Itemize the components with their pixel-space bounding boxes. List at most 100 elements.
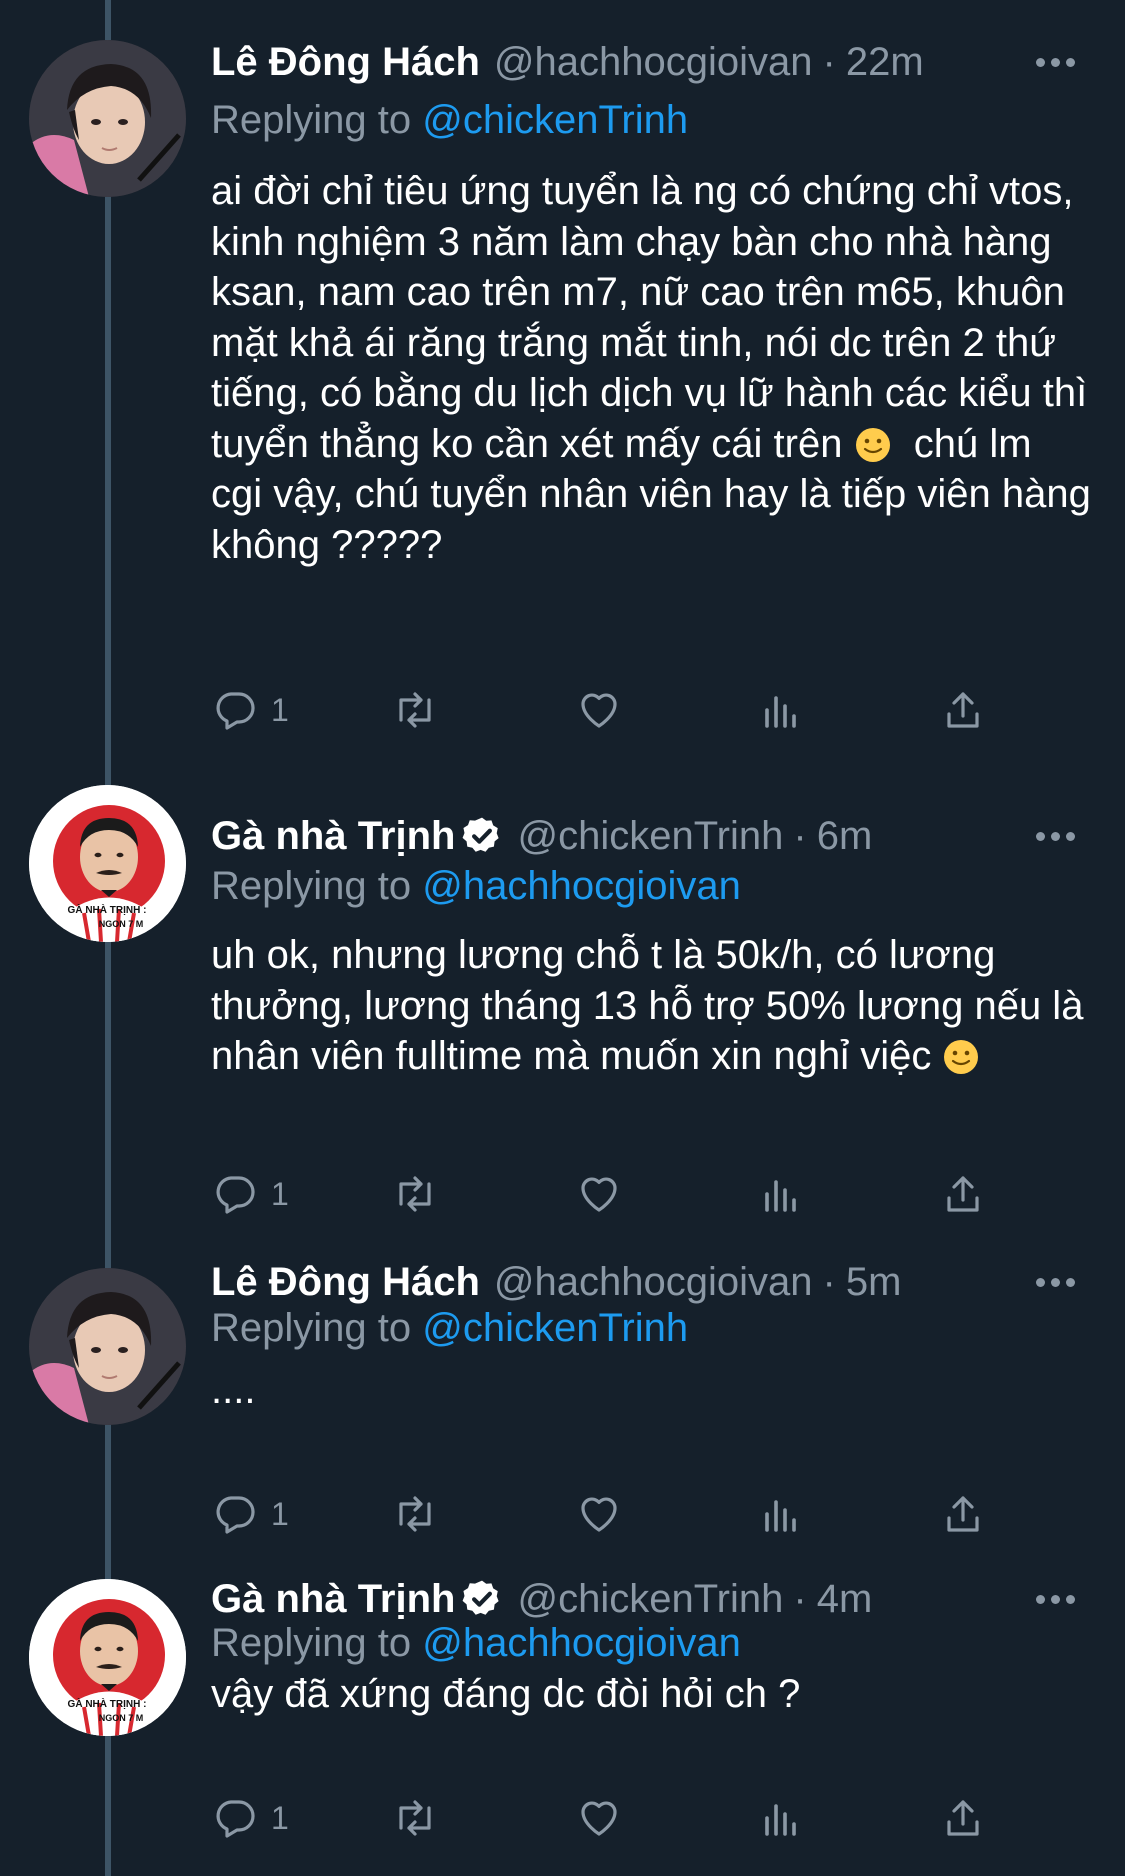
replying-to-label: Replying to: [211, 1621, 423, 1665]
more-icon[interactable]: [1025, 812, 1085, 860]
like-button[interactable]: [575, 682, 623, 738]
separator-dot: ·: [793, 813, 807, 858]
tweet[interactable]: Lê Đông Hách @hachhocgioivan · 5m Replyi…: [0, 1260, 1125, 1760]
like-button[interactable]: [575, 1486, 623, 1542]
tweet-text: uh ok, nhưng lương chỗ t là 50k/h, có lư…: [211, 930, 1091, 1082]
tweet-actions: 1: [211, 1486, 1011, 1542]
avatar-caption: GÀ NHÀ TRỊNH :: [68, 1697, 147, 1710]
replying-to: Replying to @hachhocgioivan: [211, 864, 741, 909]
retweet-icon: [399, 1496, 431, 1532]
tweet[interactable]: GÀ NHÀ TRỊNH : NGON 7 M Gà nhà Trịnh @ch…: [0, 770, 1125, 1460]
avatar[interactable]: GÀ NHÀ TRỊNH : NGON 7 M: [29, 785, 186, 942]
tweet[interactable]: Lê Đông Hách @hachhocgioivan · 22m Reply…: [0, 0, 1125, 785]
timestamp[interactable]: 4m: [817, 1577, 873, 1622]
retweet-button[interactable]: [391, 1486, 439, 1542]
replying-to-label: Replying to: [211, 864, 423, 908]
share-button[interactable]: [939, 1486, 987, 1542]
tweet-header: Gà nhà Trịnh @chickenTrinh · 6m: [211, 812, 1085, 860]
username[interactable]: @chickenTrinh: [517, 1577, 783, 1622]
share-icon: [947, 1800, 979, 1836]
reply-button[interactable]: 1: [211, 1790, 289, 1846]
mention-link[interactable]: @hachhocgioivan: [422, 1621, 741, 1665]
timestamp[interactable]: 5m: [846, 1260, 902, 1305]
tweet-header: Lê Đông Hách @hachhocgioivan · 5m: [211, 1258, 1085, 1306]
reply-icon: [216, 1800, 255, 1838]
separator-dot: ·: [822, 1259, 836, 1304]
share-button[interactable]: [939, 682, 987, 738]
verified-badge-icon: [461, 1578, 503, 1620]
reply-count: 1: [271, 1799, 289, 1836]
retweet-button[interactable]: [391, 1790, 439, 1846]
reply-button[interactable]: 1: [211, 682, 289, 738]
analytics-button[interactable]: [757, 1790, 805, 1846]
like-icon: [581, 693, 617, 728]
analytics-icon: [765, 1500, 796, 1532]
tweet[interactable]: GÀ NHÀ TRỊNH : NGON 7 M Gà nhà Trịnh @ch…: [0, 1577, 1125, 1876]
replying-to-label: Replying to: [211, 1306, 423, 1350]
timestamp[interactable]: 22m: [846, 40, 924, 85]
tweet-text-part: vậy đã xứng đáng dc đòi hỏi ch ?: [211, 1672, 801, 1716]
verified-badge-icon: [461, 815, 503, 857]
reply-icon: [216, 1176, 255, 1214]
reply-count: 1: [271, 691, 289, 728]
more-icon[interactable]: [1025, 1575, 1085, 1623]
share-button[interactable]: [939, 1166, 987, 1222]
tweet-actions: 1: [211, 1166, 1011, 1222]
reply-icon: [216, 692, 255, 730]
avatar[interactable]: [29, 1268, 186, 1425]
avatar[interactable]: [29, 40, 186, 197]
avatar-image: [29, 40, 186, 197]
analytics-button[interactable]: [757, 1486, 805, 1542]
tweet-header: Gà nhà Trịnh @chickenTrinh · 4m: [211, 1575, 1085, 1623]
avatar-caption: GÀ NHÀ TRỊNH :: [68, 903, 147, 916]
svg-text:NGON 7 M: NGON 7 M: [99, 1713, 144, 1723]
replying-to: Replying to @chickenTrinh: [211, 1306, 688, 1351]
reply-button[interactable]: 1: [211, 1166, 289, 1222]
like-icon: [581, 1177, 617, 1212]
mention-link[interactable]: @hachhocgioivan: [422, 864, 741, 908]
analytics-button[interactable]: [757, 1166, 805, 1222]
avatar[interactable]: GÀ NHÀ TRỊNH : NGON 7 M: [29, 1579, 186, 1736]
analytics-icon: [765, 1804, 796, 1836]
display-name[interactable]: Lê Đông Hách: [211, 40, 480, 85]
username[interactable]: @hachhocgioivan: [494, 40, 813, 85]
retweet-button[interactable]: [391, 1166, 439, 1222]
retweet-icon: [399, 692, 431, 728]
timestamp[interactable]: 6m: [817, 814, 873, 859]
svg-text:NGON 7 M: NGON 7 M: [99, 919, 144, 929]
analytics-button[interactable]: [757, 682, 805, 738]
retweet-icon: [399, 1176, 431, 1212]
reply-button[interactable]: 1: [211, 1486, 289, 1542]
tweet-text-part: ....: [211, 1368, 256, 1412]
share-button[interactable]: [939, 1790, 987, 1846]
like-icon: [581, 1497, 617, 1532]
reply-count: 1: [271, 1495, 289, 1532]
separator-dot: ·: [793, 1576, 807, 1621]
like-icon: [581, 1801, 617, 1836]
display-name[interactable]: Lê Đông Hách: [211, 1260, 480, 1305]
avatar-image: [29, 1268, 186, 1425]
share-icon: [947, 1496, 979, 1532]
more-icon[interactable]: [1025, 1258, 1085, 1306]
like-button[interactable]: [575, 1166, 623, 1222]
mention-link[interactable]: @chickenTrinh: [422, 1306, 688, 1350]
display-name[interactable]: Gà nhà Trịnh: [211, 814, 455, 859]
reply-icon: [216, 1496, 255, 1534]
username[interactable]: @hachhocgioivan: [494, 1260, 813, 1305]
share-icon: [947, 692, 979, 728]
slightly-smiling-face-icon: [854, 426, 892, 464]
replying-to: Replying to @chickenTrinh: [211, 98, 688, 143]
mention-link[interactable]: @chickenTrinh: [422, 98, 688, 142]
like-button[interactable]: [575, 1790, 623, 1846]
display-name[interactable]: Gà nhà Trịnh: [211, 1577, 455, 1622]
retweet-button[interactable]: [391, 682, 439, 738]
tweet-text: ....: [211, 1365, 1091, 1416]
separator-dot: ·: [822, 39, 836, 84]
tweet-text: ai đời chỉ tiêu ứng tuyển là ng có chứng…: [211, 166, 1091, 570]
avatar-image: GÀ NHÀ TRỊNH : NGON 7 M: [29, 1579, 186, 1736]
username[interactable]: @chickenTrinh: [517, 814, 783, 859]
tweet-actions: 1: [211, 1790, 1011, 1846]
tweet-actions: 1: [211, 682, 1011, 738]
more-icon[interactable]: [1025, 38, 1085, 86]
avatar-image: GÀ NHÀ TRỊNH : NGON 7 M: [29, 785, 186, 942]
